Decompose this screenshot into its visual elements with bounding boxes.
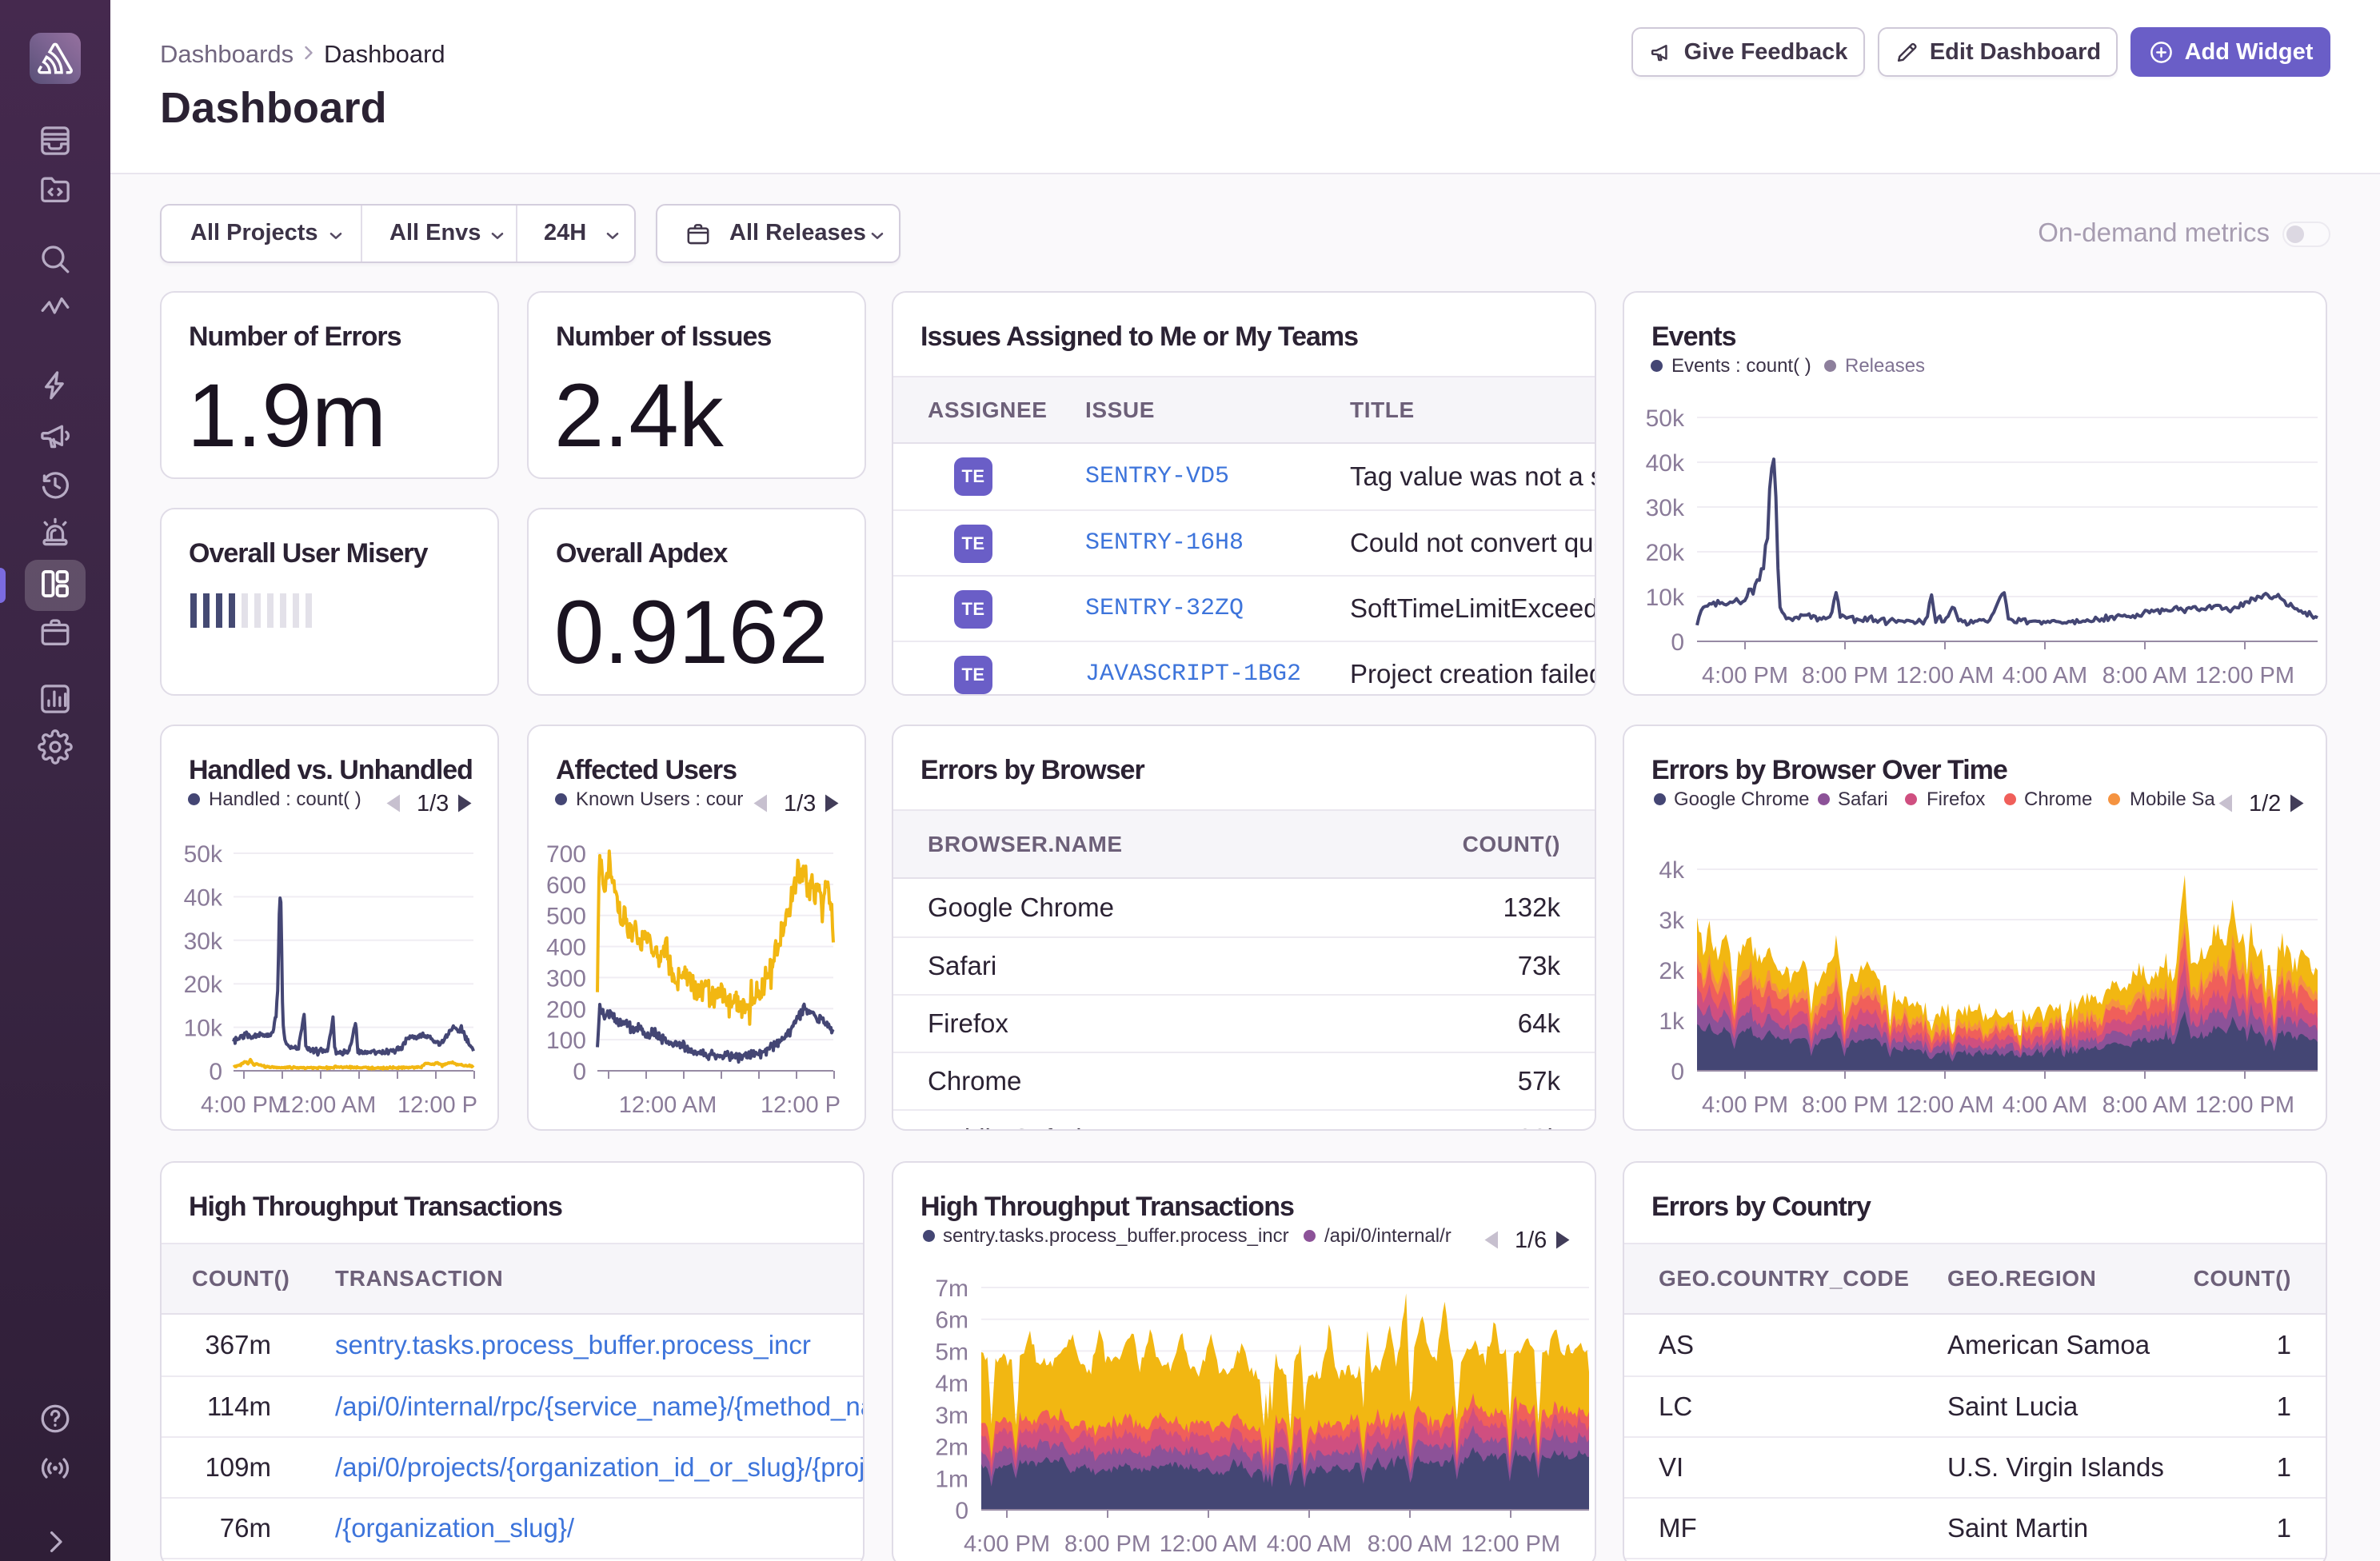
svg-text:400: 400 xyxy=(546,935,586,961)
svg-text:12:00 P: 12:00 P xyxy=(397,1092,477,1118)
svg-text:4:00 PM: 4:00 PM xyxy=(1702,663,1788,689)
svg-text:30k: 30k xyxy=(184,928,223,955)
svg-text:0: 0 xyxy=(1671,629,1684,656)
svg-text:8:00 PM: 8:00 PM xyxy=(1064,1531,1151,1557)
svg-text:4:00 PM: 4:00 PM xyxy=(964,1531,1050,1557)
svg-text:8:00 AM: 8:00 AM xyxy=(1368,1531,1452,1557)
svg-text:3k: 3k xyxy=(1659,908,1685,934)
svg-text:4:00 AM: 4:00 AM xyxy=(1267,1531,1352,1557)
svg-text:4k: 4k xyxy=(1659,857,1685,884)
svg-text:12:00 PM: 12:00 PM xyxy=(2195,1092,2294,1118)
svg-text:700: 700 xyxy=(546,841,586,868)
svg-text:20k: 20k xyxy=(1646,540,1685,566)
svg-text:1m: 1m xyxy=(935,1466,968,1492)
svg-text:12:00 AM: 12:00 AM xyxy=(1896,1092,1995,1118)
svg-text:12:00 PM: 12:00 PM xyxy=(2195,663,2294,689)
svg-text:0: 0 xyxy=(209,1059,222,1085)
svg-text:4:00 PM: 4:00 PM xyxy=(1702,1092,1788,1118)
svg-text:50k: 50k xyxy=(1646,405,1685,432)
svg-text:10k: 10k xyxy=(1646,585,1685,611)
svg-text:4:00 AM: 4:00 AM xyxy=(2003,663,2087,689)
svg-text:8:00 AM: 8:00 AM xyxy=(2102,1092,2187,1118)
svg-text:300: 300 xyxy=(546,965,586,992)
svg-text:50k: 50k xyxy=(184,841,223,868)
svg-text:100: 100 xyxy=(546,1028,586,1054)
svg-text:3m: 3m xyxy=(935,1403,968,1429)
svg-text:12:00 AM: 12:00 AM xyxy=(1160,1531,1258,1557)
svg-text:500: 500 xyxy=(546,904,586,930)
svg-text:12:00 AM: 12:00 AM xyxy=(278,1092,377,1118)
svg-text:12:00 AM: 12:00 AM xyxy=(619,1092,717,1118)
svg-text:1k: 1k xyxy=(1659,1008,1685,1035)
svg-text:8:00 AM: 8:00 AM xyxy=(2102,663,2187,689)
svg-text:0: 0 xyxy=(955,1498,968,1524)
svg-text:2m: 2m xyxy=(935,1435,968,1461)
svg-text:10k: 10k xyxy=(184,1016,223,1042)
svg-text:600: 600 xyxy=(546,872,586,899)
svg-text:8:00 PM: 8:00 PM xyxy=(1802,1092,1888,1118)
svg-text:2k: 2k xyxy=(1659,958,1685,984)
svg-text:0: 0 xyxy=(1671,1059,1684,1085)
svg-text:12:00 P: 12:00 P xyxy=(761,1092,841,1118)
svg-text:30k: 30k xyxy=(1646,495,1685,521)
svg-text:5m: 5m xyxy=(935,1339,968,1365)
svg-text:8:00 PM: 8:00 PM xyxy=(1802,663,1888,689)
svg-text:200: 200 xyxy=(546,996,586,1023)
svg-text:4:00 AM: 4:00 AM xyxy=(2003,1092,2087,1118)
svg-text:12:00 PM: 12:00 PM xyxy=(1461,1531,1560,1557)
svg-text:12:00 AM: 12:00 AM xyxy=(1896,663,1995,689)
svg-text:4:00 PM: 4:00 PM xyxy=(201,1092,287,1118)
svg-text:6m: 6m xyxy=(935,1307,968,1334)
svg-text:40k: 40k xyxy=(1646,450,1685,477)
svg-text:7m: 7m xyxy=(935,1276,968,1302)
svg-text:4m: 4m xyxy=(935,1371,968,1397)
svg-text:0: 0 xyxy=(573,1059,586,1085)
svg-text:40k: 40k xyxy=(184,884,223,911)
svg-text:20k: 20k xyxy=(184,972,223,998)
